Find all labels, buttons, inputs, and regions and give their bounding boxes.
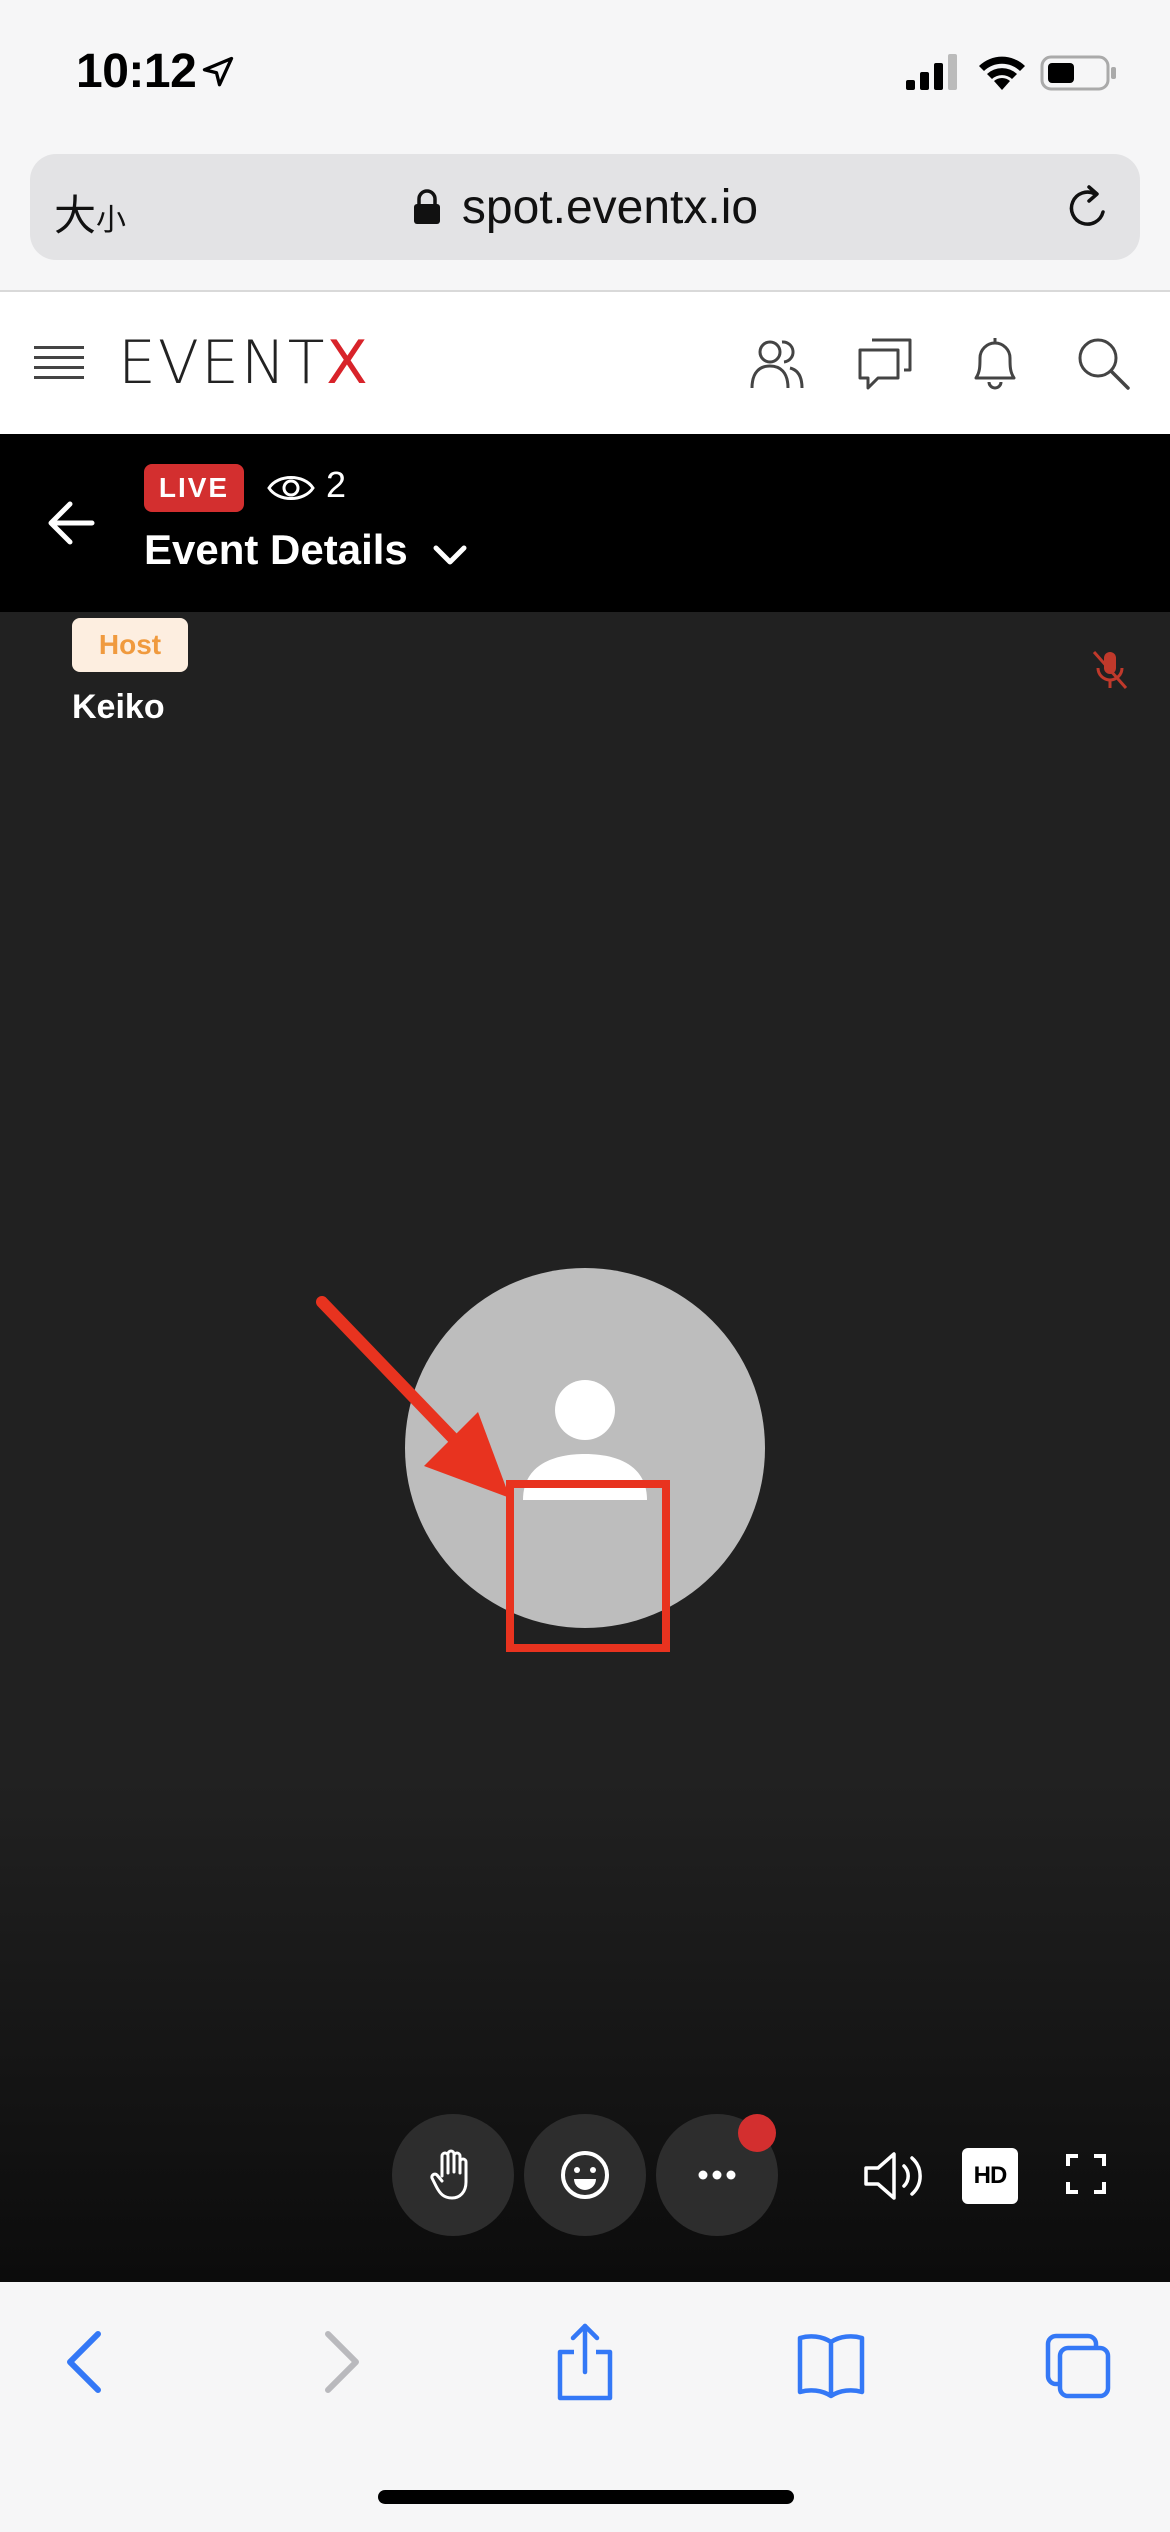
more-dots-icon xyxy=(698,2170,736,2180)
location-arrow-icon xyxy=(202,56,234,87)
battery-icon xyxy=(1040,55,1116,91)
screen: 10:12 大小 spot.eventx.io EVENTX LIVE 2 Ev… xyxy=(0,0,1170,2532)
back-arrow-icon[interactable] xyxy=(46,500,96,546)
event-details-title[interactable]: Event Details xyxy=(144,526,408,574)
url-display[interactable]: spot.eventx.io xyxy=(30,154,1140,260)
smiley-face-icon xyxy=(561,2151,609,2199)
event-bar: LIVE 2 Event Details xyxy=(0,434,1170,612)
bell-icon[interactable] xyxy=(964,332,1026,394)
chevron-down-icon[interactable] xyxy=(430,536,470,576)
site-header: EVENTX xyxy=(0,292,1170,434)
reactions-button[interactable] xyxy=(524,2114,646,2236)
host-name: Keiko xyxy=(72,688,165,726)
people-icon[interactable] xyxy=(746,332,808,394)
home-indicator xyxy=(378,2490,794,2504)
eventx-logo[interactable]: EVENTX xyxy=(118,328,370,398)
viewer-count: 2 xyxy=(326,464,347,505)
lock-icon xyxy=(413,189,440,224)
live-badge: LIVE xyxy=(144,464,244,512)
annotation-highlight-box xyxy=(506,1480,670,1652)
eye-icon xyxy=(267,476,315,500)
fullscreen-icon[interactable] xyxy=(1066,2154,1106,2194)
share-icon[interactable] xyxy=(550,2322,620,2402)
cellular-signal-icon xyxy=(906,54,957,90)
status-time: 10:12 xyxy=(76,45,197,98)
raise-hand-button[interactable] xyxy=(392,2114,514,2236)
logo-accent-text: X xyxy=(326,328,370,398)
hamburger-menu-icon[interactable] xyxy=(34,342,84,382)
wifi-icon xyxy=(979,56,1025,90)
logo-main-text: EVENT xyxy=(118,328,327,398)
forward-chevron-icon[interactable] xyxy=(304,2322,374,2402)
status-bar: 10:12 xyxy=(0,0,1170,140)
tabs-icon[interactable] xyxy=(1044,2322,1114,2402)
mic-off-icon xyxy=(1092,651,1128,689)
hd-quality-button[interactable]: HD xyxy=(962,2148,1018,2204)
browser-toolbar xyxy=(0,2282,1170,2532)
annotation-arrow-icon xyxy=(316,1296,510,1498)
bookmarks-book-icon[interactable] xyxy=(796,2322,866,2402)
host-badge: Host xyxy=(72,618,188,672)
reload-icon[interactable] xyxy=(1062,182,1114,234)
volume-icon[interactable] xyxy=(862,2146,924,2206)
url-text: spot.eventx.io xyxy=(461,180,759,234)
address-bar[interactable]: 大小 spot.eventx.io xyxy=(30,154,1140,260)
chat-icon[interactable] xyxy=(854,332,916,394)
notification-dot xyxy=(738,2114,776,2152)
video-stage: Host Keiko HD xyxy=(0,612,1170,2282)
search-icon[interactable] xyxy=(1072,332,1134,394)
back-chevron-icon[interactable] xyxy=(52,2322,122,2402)
raise-hand-icon xyxy=(430,2149,468,2200)
